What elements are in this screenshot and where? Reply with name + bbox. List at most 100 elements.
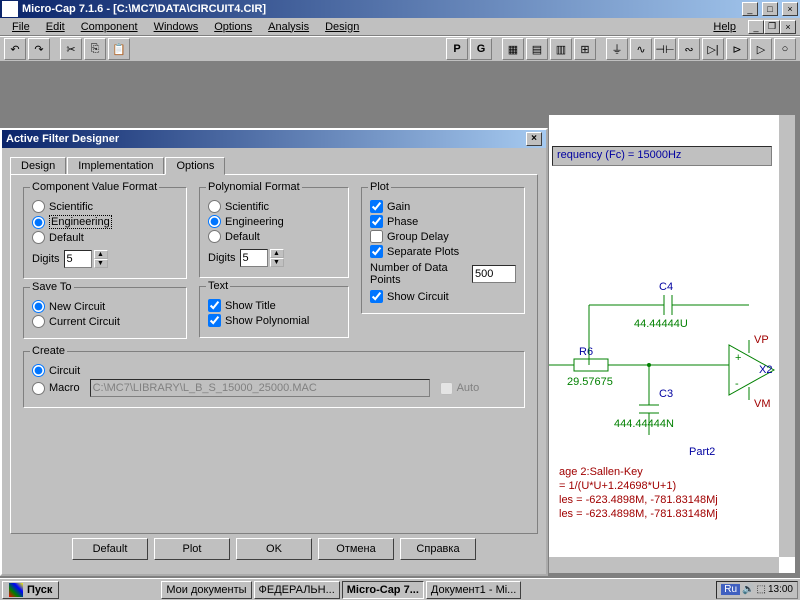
close-button[interactable]: × <box>782 2 798 16</box>
spin-up-cvf[interactable]: ▲ <box>94 250 108 259</box>
start-button[interactable]: Пуск <box>2 581 59 599</box>
menu-file[interactable]: File <box>4 21 38 33</box>
radio-cvf-scientific[interactable] <box>32 200 45 213</box>
redo-icon[interactable]: ↷ <box>28 38 50 60</box>
clock[interactable]: 13:00 <box>768 584 793 595</box>
label-auto: Auto <box>457 382 480 394</box>
grid2-icon[interactable]: ▤ <box>526 38 548 60</box>
circuit-line2: = 1/(U*U+1.24698*U+1) <box>559 480 676 492</box>
radio-create-macro[interactable] <box>32 382 45 395</box>
menu-analysis[interactable]: Analysis <box>260 21 317 33</box>
mdi-restore-button[interactable]: ❐ <box>764 20 780 34</box>
radio-pf-default[interactable] <box>208 230 221 243</box>
resistor-icon[interactable]: ∿ <box>630 38 652 60</box>
menu-component[interactable]: Component <box>73 21 146 33</box>
check-show-poly[interactable] <box>208 314 221 327</box>
canvas[interactable]: C4 44.44444U R6 29.57675 C3 444.44444N +… <box>548 114 796 574</box>
toolbar-p-button[interactable]: P <box>446 38 468 60</box>
label-cvf-engineering: Engineering <box>49 215 112 229</box>
cut-icon[interactable]: ✂ <box>60 38 82 60</box>
button-default[interactable]: Default <box>72 538 148 560</box>
mdi-close-button[interactable]: × <box>780 20 796 34</box>
spin-up-pf[interactable]: ▲ <box>270 249 284 258</box>
input-cvf-digits[interactable] <box>64 250 92 268</box>
radio-save-current[interactable] <box>32 315 45 328</box>
undo-icon[interactable]: ↶ <box>4 38 26 60</box>
label-cvf-digits: Digits <box>32 253 60 265</box>
minimize-button[interactable]: _ <box>742 2 758 16</box>
quicklaunch3-icon[interactable] <box>101 581 119 599</box>
label-phase: Phase <box>387 216 418 228</box>
tray-icon2[interactable]: ⬚ <box>757 584 766 595</box>
check-phase[interactable] <box>370 215 383 228</box>
label-cvf-scientific: Scientific <box>49 201 93 213</box>
button-cancel[interactable]: Отмена <box>318 538 394 560</box>
label-r6: R6 <box>579 346 593 358</box>
button-plot[interactable]: Plot <box>154 538 230 560</box>
input-ndp[interactable] <box>472 265 516 283</box>
button-help[interactable]: Справка <box>400 538 476 560</box>
copy-icon[interactable]: ⎘ <box>84 38 106 60</box>
task-document1[interactable]: Документ1 - Mi... <box>426 581 521 599</box>
opamp-icon[interactable]: ▷ <box>750 38 772 60</box>
tab-options[interactable]: Options <box>165 157 225 175</box>
task-mydocs[interactable]: Мои документы <box>161 581 251 599</box>
radio-save-new[interactable] <box>32 300 45 313</box>
source-icon[interactable]: ○ <box>774 38 796 60</box>
tray-icon1[interactable]: 🔊 <box>742 584 754 595</box>
check-show-title[interactable] <box>208 299 221 312</box>
radio-cvf-engineering[interactable] <box>32 216 45 229</box>
quicklaunch4-icon[interactable] <box>121 581 139 599</box>
tab-design[interactable]: Design <box>10 157 66 175</box>
legend-pf: Polynomial Format <box>206 181 302 193</box>
inductor-icon[interactable]: ∾ <box>678 38 700 60</box>
menu-edit[interactable]: Edit <box>38 21 73 33</box>
maximize-button[interactable]: □ <box>762 2 778 16</box>
input-pf-digits[interactable] <box>240 249 268 267</box>
menu-design[interactable]: Design <box>317 21 367 33</box>
legend-cvf: Component Value Format <box>30 181 159 193</box>
scrollbar-vertical[interactable] <box>779 115 795 557</box>
legend-text: Text <box>206 280 230 292</box>
quicklaunch5-icon[interactable] <box>141 581 159 599</box>
label-part2: Part2 <box>689 446 715 458</box>
spin-down-cvf[interactable]: ▼ <box>94 259 108 268</box>
spin-down-pf[interactable]: ▼ <box>270 258 284 267</box>
grid3-icon[interactable]: ▥ <box>550 38 572 60</box>
task-federal[interactable]: ФЕДЕРАЛЬН... <box>254 581 340 599</box>
task-microcap[interactable]: Micro-Cap 7... <box>342 581 424 599</box>
dialog-close-button[interactable]: × <box>526 132 542 146</box>
ground-icon[interactable]: ⏚ <box>606 38 628 60</box>
menu-windows[interactable]: Windows <box>146 21 207 33</box>
mdi-minimize-button[interactable]: _ <box>748 20 764 34</box>
menu-help[interactable]: Help <box>705 21 744 33</box>
transistor-icon[interactable]: ⊳ <box>726 38 748 60</box>
radio-cvf-default[interactable] <box>32 231 45 244</box>
diode-icon[interactable]: ▷| <box>702 38 724 60</box>
check-gain[interactable] <box>370 200 383 213</box>
quicklaunch2-icon[interactable] <box>81 581 99 599</box>
radio-pf-engineering[interactable] <box>208 215 221 228</box>
circuit-line3: les = -623.4898M, -781.83148Mj <box>559 494 718 506</box>
toolbar-g-button[interactable]: G <box>470 38 492 60</box>
lang-indicator[interactable]: Ru <box>721 584 740 595</box>
label-save-current: Current Circuit <box>49 316 120 328</box>
tab-implementation[interactable]: Implementation <box>67 157 164 175</box>
radio-pf-scientific[interactable] <box>208 200 221 213</box>
capacitor-icon[interactable]: ⊣⊢ <box>654 38 676 60</box>
check-show-circuit[interactable] <box>370 290 383 303</box>
label-pf-digits: Digits <box>208 252 236 264</box>
grid1-icon[interactable]: ▦ <box>502 38 524 60</box>
button-ok[interactable]: OK <box>236 538 312 560</box>
label-create-circuit: Circuit <box>49 365 80 377</box>
label-pf-scientific: Scientific <box>225 201 269 213</box>
legend-create: Create <box>30 345 67 357</box>
menu-options[interactable]: Options <box>206 21 260 33</box>
check-group-delay[interactable] <box>370 230 383 243</box>
calc-icon[interactable]: ⊞ <box>574 38 596 60</box>
check-separate-plots[interactable] <box>370 245 383 258</box>
radio-create-circuit[interactable] <box>32 364 45 377</box>
paste-icon[interactable]: 📋 <box>108 38 130 60</box>
quicklaunch1-icon[interactable] <box>61 581 79 599</box>
scrollbar-horizontal[interactable] <box>549 557 779 573</box>
